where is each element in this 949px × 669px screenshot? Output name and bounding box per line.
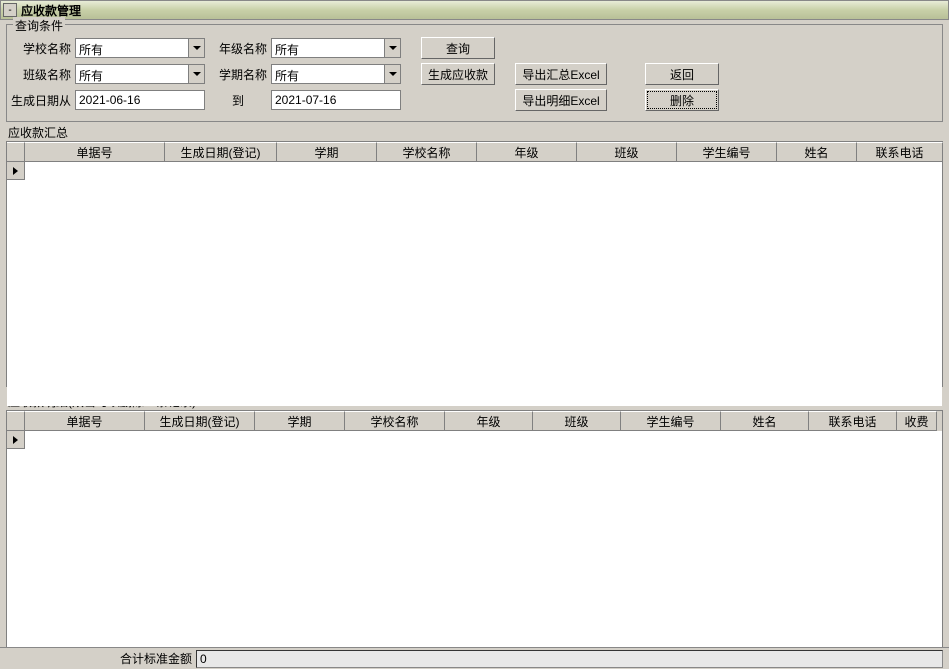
label-school: 学校名称 — [13, 40, 71, 57]
summary-grid-header: 单据号 生成日期(登记) 学期 学校名称 年级 班级 学生编号 姓名 联系电话 — [7, 142, 942, 162]
col-header[interactable]: 学校名称 — [377, 142, 477, 162]
col-header[interactable]: 学生编号 — [677, 142, 777, 162]
back-button[interactable]: 返回 — [645, 63, 719, 85]
col-header[interactable]: 联系电话 — [809, 411, 897, 431]
row-header-corner — [7, 411, 25, 431]
col-header[interactable]: 学校名称 — [345, 411, 445, 431]
row-header-corner — [7, 142, 25, 162]
current-row-indicator-icon — [7, 162, 25, 180]
footer-total-value: 0 — [196, 650, 943, 668]
window-titlebar: - 应收款管理 — [0, 0, 949, 20]
export-summary-button[interactable]: 导出汇总Excel — [515, 63, 607, 85]
col-header[interactable]: 单据号 — [25, 411, 145, 431]
footer-bar: 合计标准金额 0 — [0, 647, 949, 669]
col-header[interactable]: 班级 — [533, 411, 621, 431]
chevron-down-icon[interactable] — [188, 39, 204, 57]
col-header[interactable]: 年级 — [477, 142, 577, 162]
detail-grid-row[interactable] — [7, 431, 942, 449]
col-header[interactable]: 生成日期(登记) — [165, 142, 277, 162]
chevron-down-icon[interactable] — [188, 65, 204, 83]
detail-grid-header: 单据号 生成日期(登记) 学期 学校名称 年级 班级 学生编号 姓名 联系电话 … — [7, 411, 942, 431]
generate-button[interactable]: 生成应收款 — [421, 63, 495, 85]
date-from-input[interactable] — [75, 90, 205, 110]
summary-grid-row[interactable] — [7, 162, 942, 180]
col-header[interactable]: 班级 — [577, 142, 677, 162]
export-detail-button[interactable]: 导出明细Excel — [515, 89, 607, 111]
col-header[interactable]: 联系电话 — [857, 142, 943, 162]
query-conditions-group: 查询条件 学校名称 所有 年级名称 所有 查询 班级名称 所有 学期名称 所有 … — [6, 24, 943, 122]
col-header[interactable]: 姓名 — [777, 142, 857, 162]
delete-button[interactable]: 删除 — [645, 89, 719, 111]
col-header[interactable]: 学期 — [255, 411, 345, 431]
col-header[interactable]: 学生编号 — [621, 411, 721, 431]
combo-class[interactable]: 所有 — [75, 64, 205, 84]
detail-grid[interactable]: 单据号 生成日期(登记) 学期 学校名称 年级 班级 学生编号 姓名 联系电话 … — [6, 410, 943, 636]
col-header[interactable]: 单据号 — [25, 142, 165, 162]
label-class: 班级名称 — [13, 66, 71, 83]
summary-section-label: 应收款汇总 — [8, 124, 943, 141]
footer-total-label: 合计标准金额 — [6, 650, 196, 667]
chevron-down-icon[interactable] — [384, 39, 400, 57]
query-legend: 查询条件 — [13, 17, 65, 34]
chevron-down-icon[interactable] — [384, 65, 400, 83]
window-title: 应收款管理 — [21, 2, 81, 19]
col-header[interactable]: 年级 — [445, 411, 533, 431]
date-to-input[interactable] — [271, 90, 401, 110]
label-date-to: 到 — [209, 92, 267, 109]
label-term: 学期名称 — [209, 66, 267, 83]
search-button[interactable]: 查询 — [421, 37, 495, 59]
label-grade: 年级名称 — [209, 40, 267, 57]
col-header[interactable]: 生成日期(登记) — [145, 411, 255, 431]
current-row-indicator-icon — [7, 431, 25, 449]
combo-school[interactable]: 所有 — [75, 38, 205, 58]
label-date-from: 生成日期从 — [7, 92, 71, 109]
combo-grade[interactable]: 所有 — [271, 38, 401, 58]
summary-grid[interactable]: 单据号 生成日期(登记) 学期 学校名称 年级 班级 学生编号 姓名 联系电话 — [6, 141, 943, 387]
window-icon: - — [3, 3, 17, 17]
col-header[interactable]: 姓名 — [721, 411, 809, 431]
combo-term[interactable]: 所有 — [271, 64, 401, 84]
col-header[interactable]: 学期 — [277, 142, 377, 162]
col-header[interactable]: 收费 — [897, 411, 937, 431]
